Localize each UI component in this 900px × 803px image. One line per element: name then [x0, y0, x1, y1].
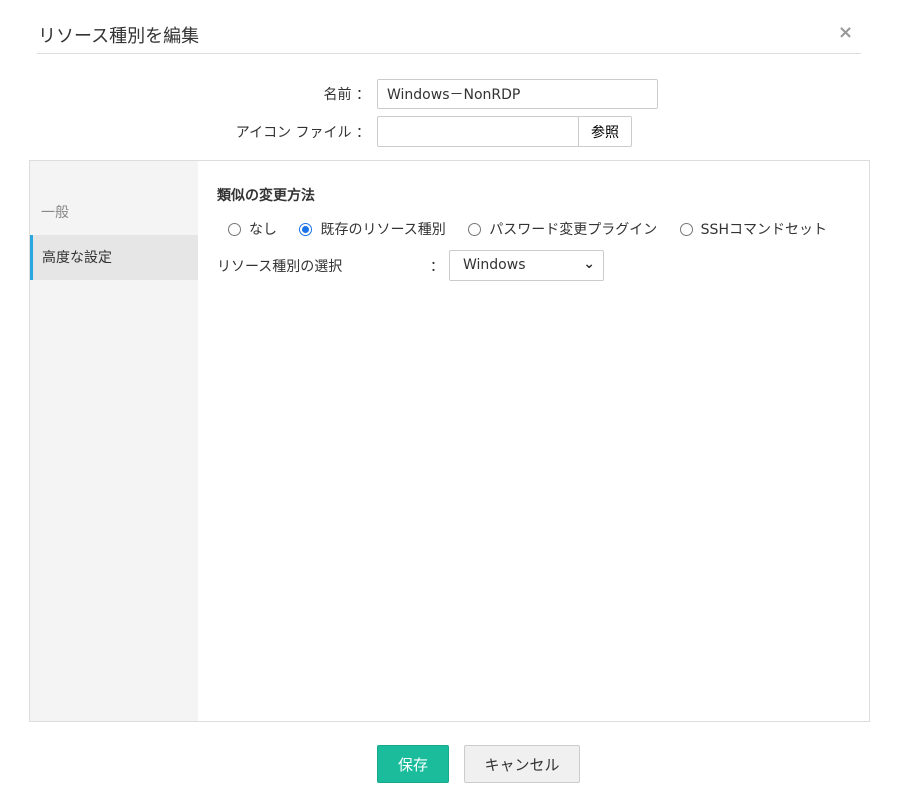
colon: ：	[430, 259, 444, 275]
dialog-title: リソース種別を編集	[38, 26, 200, 47]
select-value: Windows	[463, 257, 526, 273]
resource-type-select-label: リソース種別の選択	[217, 259, 343, 275]
sidebar: 一般 高度な設定	[30, 161, 198, 721]
divider	[37, 53, 861, 54]
close-icon[interactable]: ×	[838, 22, 853, 43]
radio-label: なし	[249, 222, 277, 238]
chevron-down-icon: ⌄	[583, 256, 595, 272]
name-input[interactable]	[377, 79, 658, 109]
name-label: 名前 ：	[323, 87, 370, 103]
radio-label: SSHコマンドセット	[700, 222, 827, 238]
change-method-radio-group: なし 既存のリソース種別 パスワード変更プラグイン SSHコマンドセット	[228, 219, 845, 240]
radio-label: 既存のリソース種別	[320, 222, 446, 238]
radio-ssh-command-set[interactable]: SSHコマンドセット	[679, 219, 827, 239]
icon-file-label: アイコン ファイル ：	[235, 125, 370, 141]
radio-existing-resource-type[interactable]: 既存のリソース種別	[299, 219, 446, 239]
sidebar-item-advanced[interactable]: 高度な設定	[30, 235, 198, 280]
sidebar-item-general[interactable]: 一般	[30, 190, 198, 235]
browse-button[interactable]: 参照	[578, 116, 632, 147]
radio-label: パスワード変更プラグイン	[489, 222, 658, 238]
icon-file-input[interactable]	[377, 116, 579, 147]
radio-none[interactable]: なし	[228, 219, 277, 239]
radio-password-plugin[interactable]: パスワード変更プラグイン	[468, 219, 657, 239]
section-title: 類似の変更方法	[217, 188, 315, 204]
resource-type-select[interactable]: Windows ⌄	[449, 250, 604, 281]
cancel-button[interactable]: キャンセル	[464, 745, 580, 783]
save-button[interactable]: 保存	[377, 745, 449, 783]
settings-panel: 一般 高度な設定 類似の変更方法 なし 既存のリソース種別 パスワード変更プラグ…	[29, 160, 870, 722]
